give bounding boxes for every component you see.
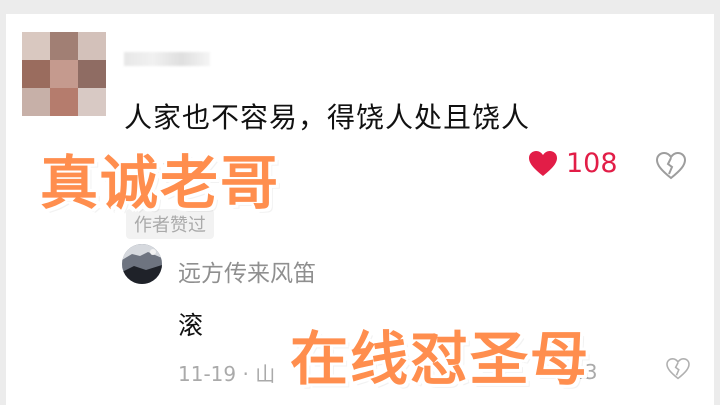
user-avatar[interactable] [22, 32, 106, 116]
avatar-mosaic-tile [78, 88, 106, 116]
avatar-mosaic-tile [22, 32, 50, 60]
avatar-mosaic-tile [22, 60, 50, 88]
comment-text: 人家也不容易，得饶人处且饶人 [124, 101, 531, 134]
blurred-username [124, 52, 210, 66]
reply-text: 滚 [178, 311, 204, 340]
broken-heart-icon[interactable] [666, 357, 690, 384]
reply-meta: 11-19 · 山 [178, 362, 276, 386]
avatar-mosaic-tile [78, 32, 106, 60]
broken-heart-icon[interactable] [655, 151, 687, 184]
screenshot-frame: 人家也不容易，得饶人处且饶人 1... 东 复 108 作者赞过 远方传来风笛 … [0, 0, 720, 405]
reply-username[interactable]: 远方传来风笛 [178, 254, 316, 288]
like-count: 108 [566, 148, 618, 179]
avatar-mosaic-tile [22, 88, 50, 116]
avatar-mosaic-tile [78, 60, 106, 88]
like-button[interactable]: 108 [528, 148, 618, 179]
avatar-mosaic-tile [50, 32, 78, 60]
avatar-mosaic-tile [50, 88, 78, 116]
reply-avatar[interactable] [122, 244, 162, 284]
overlay-caption-right: 在线怼圣母 [290, 325, 591, 393]
avatar-mosaic-tile [50, 60, 78, 88]
overlay-caption-left: 真诚老哥 [40, 149, 281, 217]
heart-icon [528, 150, 558, 178]
